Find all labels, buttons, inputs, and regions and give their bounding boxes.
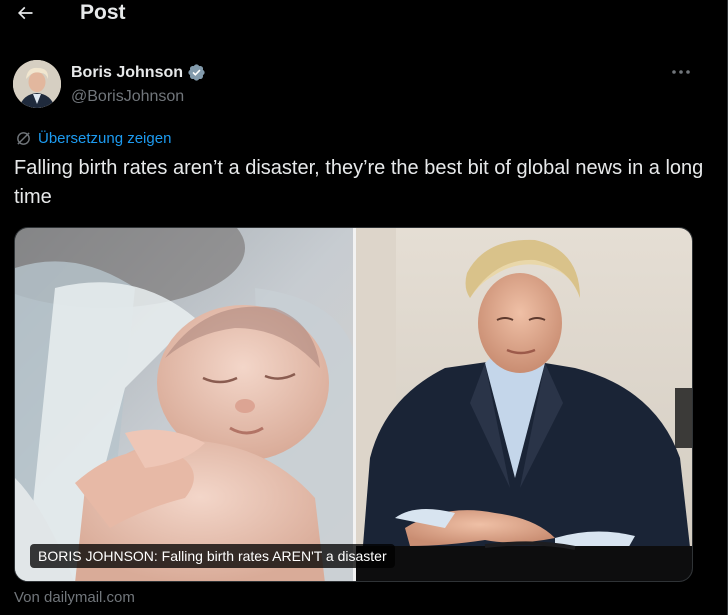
avatar[interactable]	[13, 60, 61, 108]
author-name[interactable]: Boris Johnson	[71, 63, 206, 82]
display-name: Boris Johnson	[71, 63, 184, 81]
verified-badge-icon	[188, 64, 205, 81]
post-header: Post	[0, 0, 727, 28]
card-image	[15, 228, 692, 581]
link-card[interactable]: BORIS JOHNSON: Falling birth rates AREN'…	[14, 227, 693, 582]
page-title: Post	[80, 1, 126, 24]
translate-icon	[17, 132, 30, 145]
translate-link[interactable]: Übersetzung zeigen	[15, 130, 171, 147]
translate-label: Übersetzung zeigen	[38, 130, 172, 147]
back-button[interactable]	[10, 0, 40, 27]
more-options-button[interactable]	[668, 62, 694, 82]
card-source-link[interactable]: Von dailymail.com	[14, 589, 135, 606]
avatar-image	[13, 60, 61, 108]
more-horizontal-icon	[672, 70, 690, 74]
arrow-left-icon	[17, 6, 33, 20]
post-page: Post Boris Johnson @BorisJohnson Überset…	[0, 0, 728, 615]
post-text: Falling birth rates aren’t a disaster, t…	[14, 157, 704, 208]
card-caption: BORIS JOHNSON: Falling birth rates AREN'…	[30, 544, 395, 568]
author-handle[interactable]: @BorisJohnson	[71, 88, 184, 106]
